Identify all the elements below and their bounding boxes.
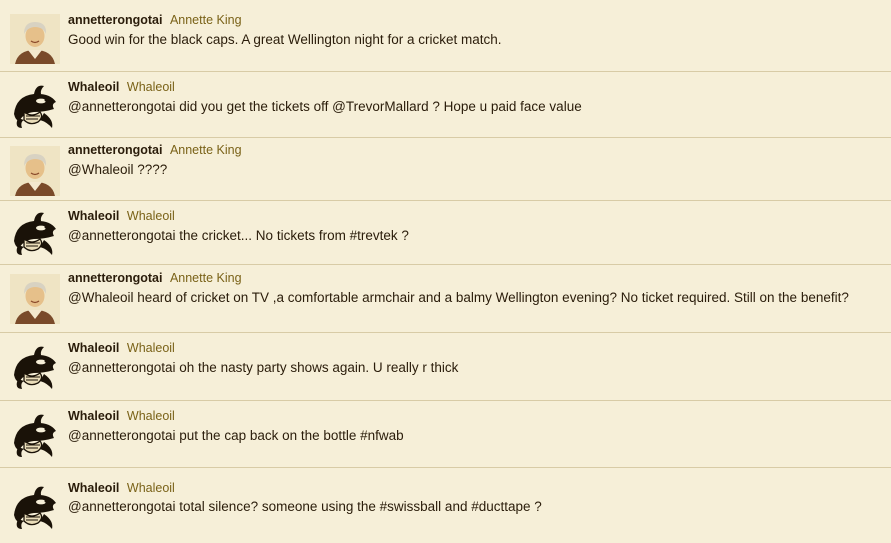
full-name-link[interactable]: Annette King xyxy=(170,271,242,285)
tweet-item: annetterongotai Annette King @Whaleoil ?… xyxy=(0,138,891,201)
tweet-timeline: annetterongotai Annette King Good win fo… xyxy=(0,0,891,543)
tweet-text: @Whaleoil heard of cricket on TV ,a comf… xyxy=(68,290,849,305)
whale-avatar-icon[interactable] xyxy=(10,209,60,259)
tweet-author: annetterongotai Annette King xyxy=(68,143,242,157)
screen-name-link[interactable]: annetterongotai xyxy=(68,13,162,27)
screen-name-link[interactable]: annetterongotai xyxy=(68,143,162,157)
tweet-item: Whaleoil Whaleoil @annetterongotai oh th… xyxy=(0,333,891,401)
tweet-text: @annetterongotai put the cap back on the… xyxy=(68,428,404,443)
screen-name-link[interactable]: Whaleoil xyxy=(68,481,119,495)
tweet-author: Whaleoil Whaleoil xyxy=(68,209,175,223)
full-name-link[interactable]: Whaleoil xyxy=(127,80,175,94)
tweet-item: annetterongotai Annette King Good win fo… xyxy=(0,0,891,72)
tweet-text: @Whaleoil ???? xyxy=(68,162,168,177)
full-name-link[interactable]: Annette King xyxy=(170,143,242,157)
tweet-text: @annetterongotai oh the nasty party show… xyxy=(68,360,459,375)
screen-name-link[interactable]: Whaleoil xyxy=(68,209,119,223)
screen-name-link[interactable]: Whaleoil xyxy=(68,341,119,355)
screen-name-link[interactable]: Whaleoil xyxy=(68,409,119,423)
tweet-author: Whaleoil Whaleoil xyxy=(68,481,175,495)
full-name-link[interactable]: Whaleoil xyxy=(127,409,175,423)
whale-avatar-icon[interactable] xyxy=(10,411,60,461)
screen-name-link[interactable]: annetterongotai xyxy=(68,271,162,285)
tweet-author: Whaleoil Whaleoil xyxy=(68,409,175,423)
tweet-author: annetterongotai Annette King xyxy=(68,13,242,27)
whale-avatar-icon[interactable] xyxy=(10,82,60,132)
whale-avatar-icon[interactable] xyxy=(10,343,60,393)
tweet-item: Whaleoil Whaleoil @annetterongotai put t… xyxy=(0,401,891,468)
full-name-link[interactable]: Whaleoil xyxy=(127,341,175,355)
tweet-item: Whaleoil Whaleoil @annetterongotai the c… xyxy=(0,201,891,265)
whale-avatar-icon[interactable] xyxy=(10,483,60,533)
full-name-link[interactable]: Whaleoil xyxy=(127,209,175,223)
tweet-text: @annetterongotai total silence? someone … xyxy=(68,499,542,514)
full-name-link[interactable]: Annette King xyxy=(170,13,242,27)
tweet-item: Whaleoil Whaleoil @annetterongotai did y… xyxy=(0,72,891,138)
screen-name-link[interactable]: Whaleoil xyxy=(68,80,119,94)
tweet-item: Whaleoil Whaleoil @annetterongotai total… xyxy=(0,468,891,543)
annette-avatar-icon[interactable] xyxy=(10,14,60,64)
tweet-text: Good win for the black caps. A great Wel… xyxy=(68,32,502,47)
annette-avatar-icon[interactable] xyxy=(10,146,60,196)
tweet-author: annetterongotai Annette King xyxy=(68,271,242,285)
tweet-item: annetterongotai Annette King @Whaleoil h… xyxy=(0,265,891,333)
annette-avatar-icon[interactable] xyxy=(10,274,60,324)
tweet-author: Whaleoil Whaleoil xyxy=(68,341,175,355)
tweet-text: @annetterongotai did you get the tickets… xyxy=(68,99,582,114)
tweet-author: Whaleoil Whaleoil xyxy=(68,80,175,94)
full-name-link[interactable]: Whaleoil xyxy=(127,481,175,495)
tweet-text: @annetterongotai the cricket... No ticke… xyxy=(68,228,409,243)
